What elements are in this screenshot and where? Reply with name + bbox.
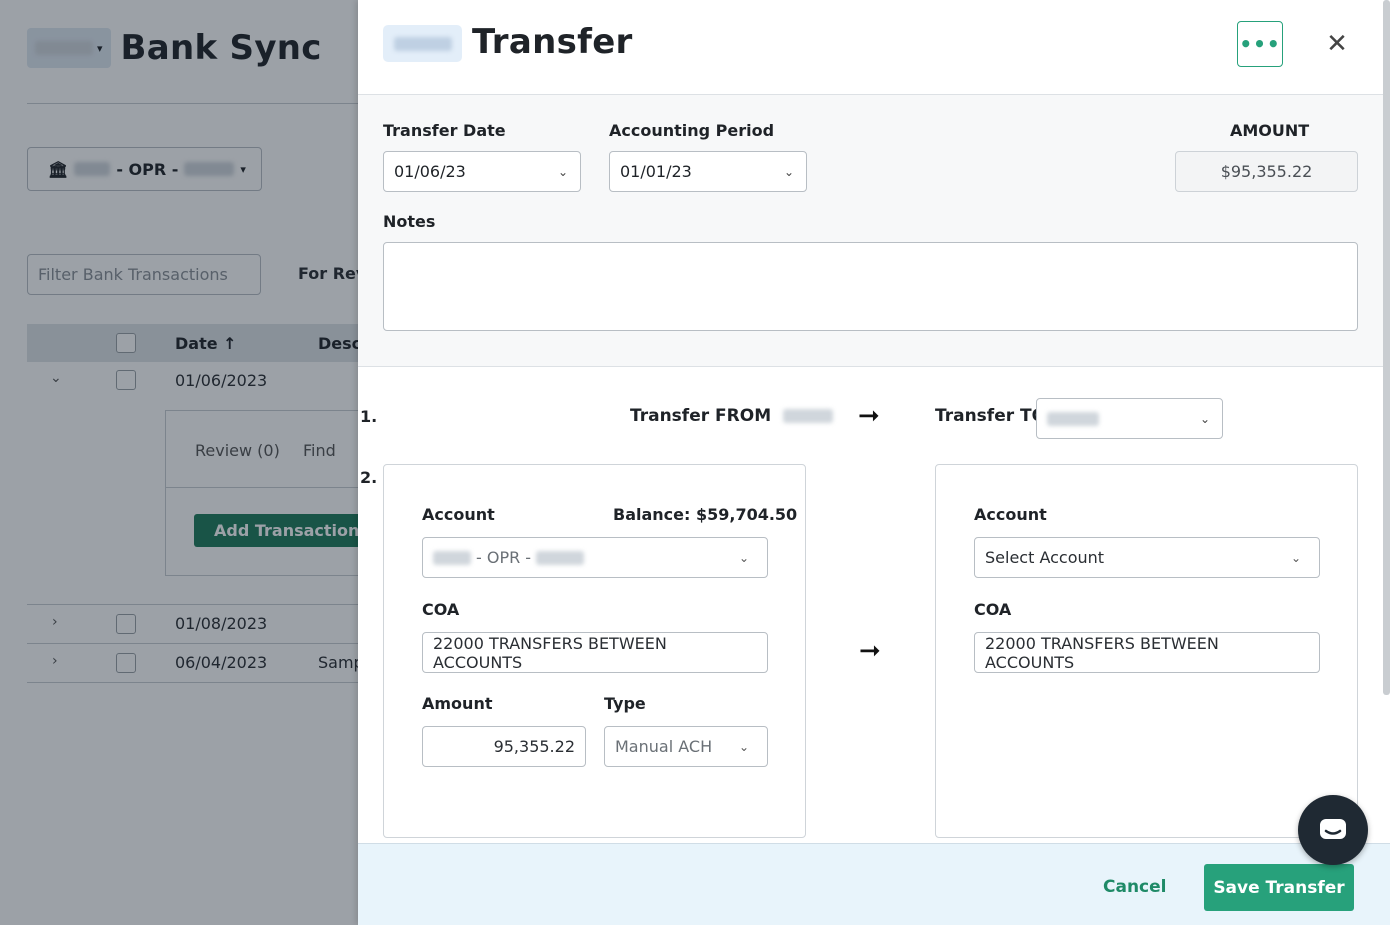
chevron-down-icon: ⌄ [1290,550,1301,565]
to-coa-label: COA [974,600,1012,619]
notes-textarea[interactable] [383,242,1358,331]
type-label: Type [604,694,646,713]
transfer-details-section: Transfer Date 01/06/23 ⌄ Accounting Peri… [358,95,1383,367]
step-1-number: 1. [360,407,378,426]
notes-label: Notes [383,212,436,231]
type-select[interactable]: Manual ACH ⌄ [604,726,768,767]
transfer-drawer: Transfer ••• ✕ Transfer Date 01/06/23 ⌄ … [358,0,1390,925]
step-2-number: 2. [360,468,378,487]
to-account-label: Account [974,505,1047,524]
from-coa-select[interactable]: 22000 TRANSFERS BETWEEN ACCOUNTS [422,632,768,673]
from-account-select: - OPR - ⌄ [422,537,768,578]
accounting-period-label: Accounting Period [609,121,775,140]
chevron-down-icon: ⌄ [1199,411,1210,426]
chevron-down-icon: ⌄ [783,164,794,179]
drawer-footer: Cancel Save Transfer [358,843,1390,925]
transfer-date-label: Transfer Date [383,121,506,140]
transfer-date-value: 01/06/23 [394,162,466,181]
from-amount-input[interactable]: 95,355.22 [422,726,586,767]
transfer-from-card: Account Balance: $59,704.50 - OPR - ⌄ CO… [383,464,806,838]
property-name-redacted [536,550,585,565]
chevron-down-icon: ⌄ [738,739,749,754]
transfer-from: Transfer FROM [630,406,834,426]
from-account-label: Account [422,505,495,524]
chevron-down-icon: ⌄ [738,550,749,565]
ellipsis-icon: ••• [1239,32,1281,56]
transfer-to-card: Account Select Account ⌄ COA 22000 TRANS… [935,464,1358,838]
from-amount-label: Amount [422,694,493,713]
to-coa-select[interactable]: 22000 TRANSFERS BETWEEN ACCOUNTS [974,632,1320,673]
property-name-redacted [783,409,834,423]
amount-label: AMOUNT [1230,121,1310,140]
chat-widget-button[interactable] [1298,795,1368,865]
chevron-down-icon: ⌄ [557,164,568,179]
from-coa-label: COA [422,600,460,619]
bank-name-redacted [433,550,471,565]
type-value: Manual ACH [615,737,713,756]
arrow-right-icon: ➞ [858,401,880,431]
transfer-from-label: Transfer FROM [630,406,772,426]
to-account-select[interactable]: Select Account ⌄ [974,537,1320,578]
from-account-balance: Balance: $59,704.50 [613,505,798,524]
accounting-period-value: 01/01/23 [620,162,692,181]
cancel-button[interactable]: Cancel [1103,877,1166,897]
transfer-to-label: Transfer TO [935,406,1047,426]
chat-icon [1320,819,1346,839]
drawer-header: Transfer ••• ✕ [358,0,1390,95]
drawer-title: Transfer [472,22,633,62]
transfer-date-picker[interactable]: 01/06/23 ⌄ [383,151,581,192]
property-name-redacted [393,36,452,51]
scrollbar[interactable] [1383,0,1390,695]
amount-field: $95,355.22 [1175,151,1358,192]
to-account-value: Select Account [985,548,1105,567]
transfer-to-property-select[interactable]: ⌄ [1036,398,1223,439]
more-options-button[interactable]: ••• [1237,21,1283,67]
close-icon: ✕ [1326,29,1348,59]
from-account-value: - OPR - [433,548,585,567]
from-account-mid-label: - OPR - [476,548,532,567]
close-button[interactable]: ✕ [1325,29,1349,59]
arrow-right-icon: ➞ [859,636,881,666]
property-name-redacted [1047,411,1099,426]
save-transfer-button[interactable]: Save Transfer [1204,864,1354,911]
property-tag [383,25,462,62]
accounting-period-picker[interactable]: 01/01/23 ⌄ [609,151,807,192]
